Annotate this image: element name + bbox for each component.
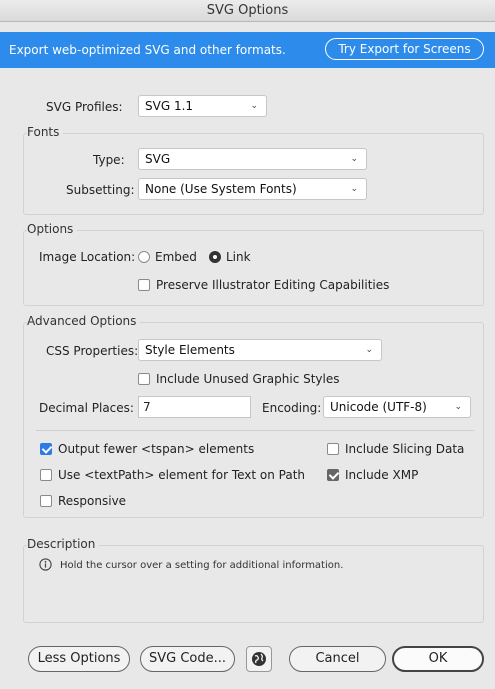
include-unused-styles-label: Include Unused Graphic Styles xyxy=(156,372,340,386)
encoding-label: Encoding: xyxy=(262,401,322,415)
font-type-select[interactable]: SVG ⌄ xyxy=(138,148,367,170)
encoding-value: Unicode (UTF-8) xyxy=(330,400,427,414)
decimal-places-label: Decimal Places: xyxy=(39,401,134,415)
embed-radio[interactable] xyxy=(138,251,150,263)
description-title: Description xyxy=(27,537,100,551)
cancel-button[interactable]: Cancel xyxy=(289,646,386,672)
try-export-for-screens-button[interactable]: Try Export for Screens xyxy=(325,38,484,60)
subsetting-value: None (Use System Fonts) xyxy=(145,182,297,196)
advanced-options-title: Advanced Options xyxy=(27,314,141,328)
font-type-value: SVG xyxy=(145,152,171,166)
subsetting-label: Subsetting: xyxy=(66,183,135,197)
include-slicing-data-label: Include Slicing Data xyxy=(345,442,465,456)
css-properties-value: Style Elements xyxy=(145,343,235,357)
link-radio[interactable] xyxy=(209,251,221,263)
decimal-places-input[interactable]: 7 xyxy=(138,396,251,418)
responsive-label: Responsive xyxy=(58,494,127,508)
css-properties-label: CSS Properties: xyxy=(46,344,139,358)
subsetting-select[interactable]: None (Use System Fonts) ⌄ xyxy=(138,178,367,200)
svg-profiles-label: SVG Profiles: xyxy=(46,100,123,114)
font-type-label: Type: xyxy=(93,153,125,167)
chevron-down-icon: ⌄ xyxy=(250,101,258,111)
output-fewer-tspan-label: Output fewer <tspan> elements xyxy=(58,442,255,456)
description-text: Hold the cursor over a setting for addit… xyxy=(60,560,344,571)
fonts-group xyxy=(23,133,484,215)
options-group xyxy=(23,230,484,306)
output-fewer-tspan-checkbox[interactable] xyxy=(40,443,52,455)
fonts-group-title: Fonts xyxy=(27,125,64,139)
chevron-down-icon: ⌄ xyxy=(350,154,358,164)
chevron-down-icon: ⌄ xyxy=(350,184,358,194)
image-location-label: Image Location: xyxy=(39,250,136,264)
svg-profiles-select[interactable]: SVG 1.1 ⌄ xyxy=(138,95,267,117)
chevron-down-icon: ⌄ xyxy=(365,345,373,355)
chevron-down-icon: ⌄ xyxy=(454,402,462,412)
include-slicing-data-checkbox[interactable] xyxy=(327,443,339,455)
window-title: SVG Options xyxy=(0,0,495,22)
css-properties-select[interactable]: Style Elements ⌄ xyxy=(138,339,382,361)
ok-button[interactable]: OK xyxy=(392,646,484,672)
export-banner: Export web-optimized SVG and other forma… xyxy=(0,32,495,68)
banner-message: Export web-optimized SVG and other forma… xyxy=(9,43,286,57)
globe-button[interactable] xyxy=(246,646,272,672)
responsive-checkbox[interactable] xyxy=(40,495,52,507)
use-textpath-label: Use <textPath> element for Text on Path xyxy=(58,468,306,482)
info-icon xyxy=(39,558,52,571)
options-group-title: Options xyxy=(27,222,78,236)
globe-icon xyxy=(252,652,266,666)
embed-radio-label: Embed xyxy=(155,250,197,264)
advanced-divider xyxy=(36,430,474,431)
include-xmp-checkbox[interactable] xyxy=(327,469,339,481)
description-group xyxy=(23,545,484,623)
less-options-button[interactable]: Less Options xyxy=(28,646,130,672)
preserve-editing-label: Preserve Illustrator Editing Capabilitie… xyxy=(156,278,390,292)
link-radio-label: Link xyxy=(226,250,251,264)
encoding-select[interactable]: Unicode (UTF-8) ⌄ xyxy=(323,396,471,418)
svg-code-button[interactable]: SVG Code... xyxy=(140,646,235,672)
include-xmp-label: Include XMP xyxy=(345,468,419,482)
use-textpath-checkbox[interactable] xyxy=(40,469,52,481)
svg-profiles-value: SVG 1.1 xyxy=(145,99,194,113)
preserve-editing-checkbox[interactable] xyxy=(138,279,150,291)
include-unused-styles-checkbox[interactable] xyxy=(138,373,150,385)
